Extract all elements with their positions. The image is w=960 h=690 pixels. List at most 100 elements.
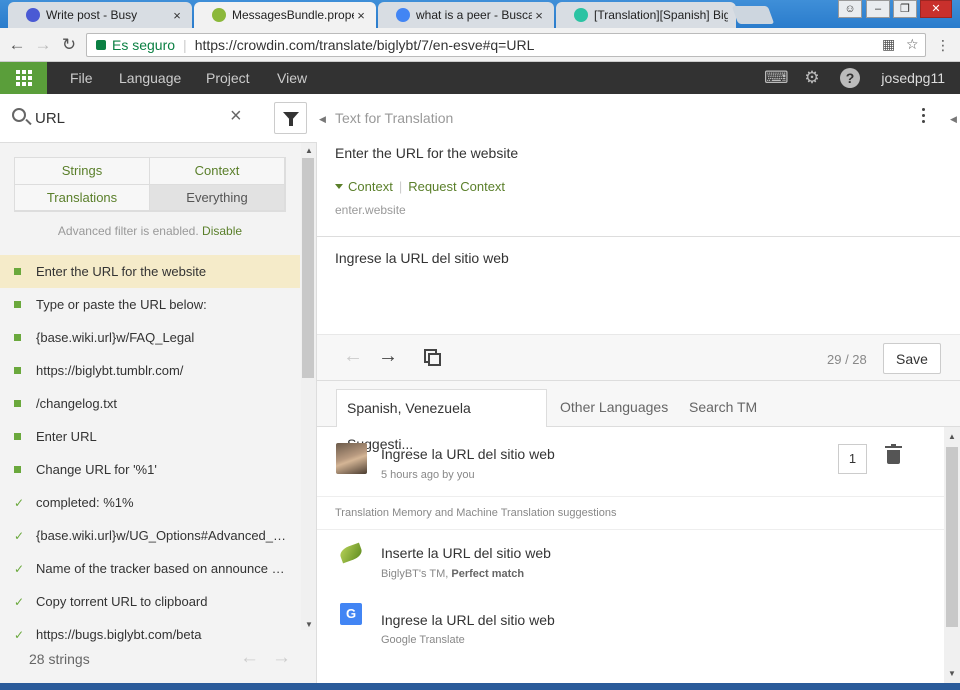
advanced-filter-text: Advanced filter is enabled.: [57, 224, 199, 238]
suggestions-list: Ingrese la URL del sitio web 5 hours ago…: [317, 427, 945, 690]
translated-marker-icon: [14, 301, 21, 308]
filter-translations[interactable]: Translations: [15, 184, 150, 211]
context-key: enter.website: [335, 203, 406, 217]
string-row[interactable]: Enter URL: [0, 420, 300, 453]
tab-title: Write post - Busy: [46, 8, 138, 22]
string-row[interactable]: {base.wiki.url}w/FAQ_Legal: [0, 321, 300, 354]
string-row[interactable]: ✓ completed: %1%: [0, 486, 300, 519]
copy-source-icon[interactable]: [424, 349, 441, 366]
menu-project[interactable]: Project: [206, 62, 250, 94]
previous-string-icon[interactable]: ←: [343, 345, 363, 368]
tm-match-label: Perfect match: [451, 568, 525, 580]
apps-grid-icon[interactable]: [0, 62, 47, 94]
clear-search-icon[interactable]: ×: [230, 105, 242, 128]
tab-language-suggestions[interactable]: Spanish, Venezuela Suggesti...: [336, 389, 547, 452]
browser-tab-busy[interactable]: Write post - Busy ×: [8, 2, 192, 28]
filter-everything[interactable]: Everything: [150, 184, 285, 211]
mt-suggestion-text[interactable]: Ingrese la URL del sitio web: [381, 612, 555, 628]
keyboard-icon[interactable]: ⌨: [764, 68, 789, 88]
user-profile-icon[interactable]: ☺: [838, 0, 862, 18]
menu-language[interactable]: Language: [119, 62, 181, 94]
tm-suggestion-text[interactable]: Inserte la URL del sitio web: [381, 545, 551, 561]
translated-marker-icon: [14, 367, 21, 374]
google-favicon-icon: [396, 8, 410, 22]
tab-title: what is a peer - Buscar co: [416, 8, 532, 22]
avatar: [336, 443, 367, 474]
more-options-icon[interactable]: [922, 108, 928, 126]
divider: [317, 529, 945, 530]
string-row[interactable]: ✓ Copy torrent URL to clipboard: [0, 585, 300, 618]
tab-close-icon[interactable]: ×: [170, 8, 184, 23]
help-icon[interactable]: ?: [840, 68, 860, 88]
strings-scroll-thumb[interactable]: [302, 158, 314, 378]
request-context-link[interactable]: Request Context: [408, 179, 505, 194]
scroll-down-icon[interactable]: ▼: [948, 669, 956, 678]
reload-icon[interactable]: ↻: [58, 34, 80, 56]
tab-title: [Translation][Spanish] Big: [594, 8, 728, 22]
collapse-left-icon[interactable]: ◀: [319, 114, 326, 125]
restore-icon[interactable]: ❐: [893, 0, 917, 18]
filter-context[interactable]: Context: [150, 158, 285, 185]
url-omnibox[interactable]: Es seguro | https://crowdin.com/translat…: [86, 33, 926, 57]
scroll-down-icon[interactable]: ▼: [305, 620, 313, 629]
context-divider: |: [398, 179, 403, 194]
biglybt-leaf-icon: [338, 542, 364, 564]
username[interactable]: josedpg11: [881, 62, 945, 94]
editor-panel: ◀ ◀ Text for Translation Enter the URL f…: [317, 94, 960, 690]
minimize-icon[interactable]: –: [866, 0, 890, 18]
menu-view[interactable]: View: [277, 62, 307, 94]
approved-check-icon: ✓: [14, 528, 25, 543]
star-icon[interactable]: ☆: [906, 36, 919, 53]
forward-arrow-icon[interactable]: →: [32, 34, 54, 56]
browser-tab-translation[interactable]: [Translation][Spanish] Big: [556, 2, 736, 28]
string-row[interactable]: ✓ {base.wiki.url}w/UG_Options#Advanced_N.…: [0, 519, 300, 552]
chrome-menu-icon[interactable]: ⋮: [932, 34, 954, 56]
gear-icon[interactable]: ⚙: [802, 68, 822, 88]
strings-list: Enter the URL for the website Type or pas…: [0, 255, 300, 645]
next-string-icon[interactable]: →: [378, 345, 398, 368]
browser-tab-crowdin[interactable]: MessagesBundle.properti ×: [194, 2, 376, 28]
collapse-right-icon[interactable]: ◀: [950, 114, 957, 125]
string-row[interactable]: Enter the URL for the website: [0, 255, 300, 288]
tab-close-icon[interactable]: ×: [532, 8, 546, 23]
string-text: /changelog.txt: [36, 396, 117, 411]
string-row[interactable]: Change URL for '%1': [0, 453, 300, 486]
url-text[interactable]: https://crowdin.com/translate/biglybt/7/…: [195, 37, 535, 53]
scroll-up-icon[interactable]: ▲: [305, 146, 313, 155]
filter-strings[interactable]: Strings: [15, 158, 150, 185]
vote-count: 1: [838, 444, 867, 474]
browser-tab-google[interactable]: what is a peer - Buscar co ×: [378, 2, 554, 28]
approved-check-icon: ✓: [14, 495, 25, 510]
busy-favicon-icon: [26, 8, 40, 22]
back-arrow-icon[interactable]: ←: [6, 34, 28, 56]
translated-marker-icon: [14, 400, 21, 407]
disable-filter-link[interactable]: Disable: [202, 224, 242, 238]
new-tab-button[interactable]: [731, 6, 775, 24]
context-link[interactable]: Context: [348, 179, 393, 194]
tab-search-tm[interactable]: Search TM: [679, 389, 767, 427]
string-row[interactable]: Type or paste the URL below:: [0, 288, 300, 321]
search-input[interactable]: [35, 106, 215, 130]
lock-icon: [96, 40, 106, 50]
window-close-icon[interactable]: ✕: [920, 0, 952, 18]
translation-textarea[interactable]: Ingrese la URL del sitio web: [335, 250, 509, 266]
prev-page-icon[interactable]: ←: [240, 647, 259, 669]
tab-other-languages[interactable]: Other Languages: [550, 389, 678, 427]
scroll-up-icon[interactable]: ▲: [948, 432, 956, 441]
translate-icon[interactable]: ▦: [882, 36, 895, 53]
menu-file[interactable]: File: [70, 62, 93, 94]
translation-favicon-icon: [574, 8, 588, 22]
trash-icon[interactable]: [885, 444, 902, 464]
own-suggestion-text[interactable]: Ingrese la URL del sitio web: [381, 446, 555, 462]
string-row[interactable]: ✓ Name of the tracker based on announce U…: [0, 552, 300, 585]
tab-close-icon[interactable]: ×: [354, 8, 368, 23]
string-row[interactable]: /changelog.txt: [0, 387, 300, 420]
string-row[interactable]: https://biglybt.tumblr.com/: [0, 354, 300, 387]
save-button[interactable]: Save: [883, 343, 941, 374]
filter-button[interactable]: [274, 102, 307, 134]
filter-grid: Strings Context Translations Everything: [14, 157, 286, 212]
tm-source-name: BiglyBT's TM,: [381, 568, 449, 580]
next-page-icon[interactable]: →: [272, 647, 291, 669]
crowdin-favicon-icon: [212, 8, 226, 22]
suggestions-scroll-thumb[interactable]: [946, 447, 958, 627]
